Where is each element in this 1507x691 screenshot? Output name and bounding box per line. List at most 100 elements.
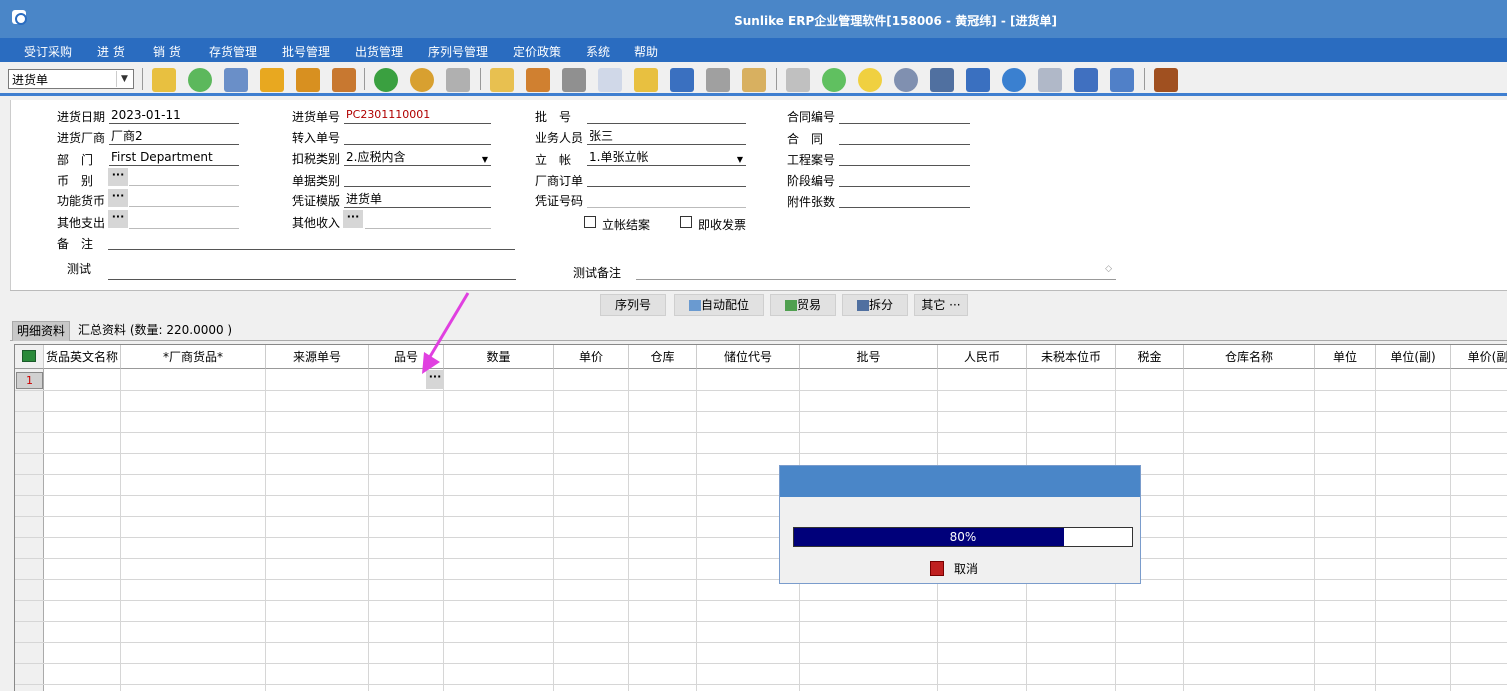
col-warehouse[interactable]: 仓库 bbox=[629, 345, 697, 369]
calculator-icon[interactable] bbox=[706, 68, 730, 92]
cancel-button[interactable]: 取消 bbox=[926, 557, 1012, 581]
windows-icon[interactable] bbox=[1038, 68, 1062, 92]
doc-type-select[interactable]: 进货单 ▼ bbox=[8, 69, 134, 89]
display-icon[interactable] bbox=[966, 68, 990, 92]
menu-inventory[interactable]: 存货管理 bbox=[209, 43, 257, 60]
func-currency-field[interactable] bbox=[129, 191, 239, 207]
spin-icon[interactable]: ◇ bbox=[1105, 262, 1112, 276]
monitor-icon[interactable] bbox=[224, 68, 248, 92]
menu-system[interactable]: 系统 bbox=[586, 43, 610, 60]
salesperson-field[interactable]: 张三 bbox=[587, 129, 746, 145]
dollar-icon[interactable] bbox=[374, 68, 398, 92]
mail-icon[interactable] bbox=[634, 68, 658, 92]
restore-icon[interactable] bbox=[1110, 68, 1134, 92]
spellcheck-icon[interactable] bbox=[152, 68, 176, 92]
help-doc-icon[interactable] bbox=[598, 68, 622, 92]
document-icon[interactable] bbox=[786, 68, 810, 92]
clipboard-icon[interactable] bbox=[490, 68, 514, 92]
tab-summary[interactable]: 汇总资料 (数量: 220.0000 ) bbox=[74, 321, 236, 341]
voucher-no-field[interactable] bbox=[587, 192, 746, 208]
lock-icon[interactable] bbox=[260, 68, 284, 92]
link-icon[interactable] bbox=[562, 68, 586, 92]
refresh-icon[interactable] bbox=[1002, 68, 1026, 92]
col-unit[interactable]: 单位 bbox=[1315, 345, 1376, 369]
menu-pricing[interactable]: 定价政策 bbox=[513, 43, 561, 60]
close-window-icon[interactable] bbox=[1074, 68, 1098, 92]
money-bag-icon[interactable] bbox=[410, 68, 434, 92]
dept-field[interactable]: First Department bbox=[109, 150, 239, 166]
tax-type-select[interactable]: 2.应税内含 ▼ bbox=[344, 150, 491, 166]
other-income-field[interactable] bbox=[365, 213, 491, 229]
chevron-down-icon[interactable]: ▼ bbox=[737, 153, 743, 167]
menu-purchase[interactable]: 受订采购 bbox=[24, 43, 72, 60]
doc-class-field[interactable] bbox=[344, 171, 491, 187]
col-vendor-item[interactable]: *厂商货品* bbox=[121, 345, 266, 369]
auto-alloc-button[interactable]: 自动配位 bbox=[674, 294, 764, 316]
menu-help[interactable]: 帮助 bbox=[634, 43, 658, 60]
col-rmb[interactable]: 人民币 bbox=[938, 345, 1027, 369]
menu-serial[interactable]: 序列号管理 bbox=[428, 43, 488, 60]
col-unit-price[interactable]: 单价 bbox=[554, 345, 629, 369]
func-currency-picker-button[interactable]: ··· bbox=[108, 189, 128, 207]
account-select[interactable]: 1.单张立帐 ▼ bbox=[587, 150, 746, 166]
order-no-field[interactable]: PC2301110001 bbox=[344, 108, 491, 124]
close-account-checkbox[interactable] bbox=[584, 216, 596, 228]
col-source-no[interactable]: 来源单号 bbox=[266, 345, 369, 369]
info-icon[interactable] bbox=[670, 68, 694, 92]
currency-field[interactable] bbox=[129, 170, 239, 186]
vendor-field[interactable]: 厂商2 bbox=[109, 129, 239, 145]
trade-button[interactable]: 贸易 bbox=[770, 294, 836, 316]
briefcase-icon[interactable] bbox=[296, 68, 320, 92]
currency-picker-button[interactable]: ··· bbox=[108, 168, 128, 186]
check-icon[interactable] bbox=[822, 68, 846, 92]
excel-export-icon[interactable] bbox=[15, 345, 44, 369]
chevron-down-icon[interactable]: ▼ bbox=[116, 71, 132, 87]
phone-icon[interactable] bbox=[188, 68, 212, 92]
col-pretax-base[interactable]: 未税本位币 bbox=[1027, 345, 1116, 369]
contract-field[interactable] bbox=[839, 129, 970, 145]
org-chart-icon[interactable] bbox=[930, 68, 954, 92]
other-expense-picker-button[interactable]: ··· bbox=[108, 210, 128, 228]
col-english-name[interactable]: 货品英文名称 bbox=[44, 345, 121, 369]
receive-invoice-checkbox[interactable] bbox=[680, 216, 692, 228]
app-icon[interactable] bbox=[12, 10, 27, 25]
exit-door-icon[interactable] bbox=[1154, 68, 1178, 92]
folder-icon[interactable] bbox=[742, 68, 766, 92]
bell-icon[interactable] bbox=[858, 68, 882, 92]
search-icon[interactable] bbox=[894, 68, 918, 92]
voucher-tpl-field[interactable]: 进货单 bbox=[344, 192, 491, 208]
col-unit-secondary[interactable]: 单位(副) bbox=[1376, 345, 1451, 369]
col-tax[interactable]: 税金 bbox=[1116, 345, 1184, 369]
test-note-field[interactable]: ◇ bbox=[636, 264, 1116, 280]
col-batch-no[interactable]: 批号 bbox=[800, 345, 938, 369]
project-no-field[interactable] bbox=[839, 150, 970, 166]
menu-sales[interactable]: 销 货 bbox=[153, 43, 181, 60]
cart-icon[interactable] bbox=[446, 68, 470, 92]
col-warehouse-name[interactable]: 仓库名称 bbox=[1184, 345, 1315, 369]
transfer-no-field[interactable] bbox=[344, 129, 491, 145]
stage-no-field[interactable] bbox=[839, 171, 970, 187]
note-field[interactable] bbox=[108, 234, 515, 250]
menu-batch[interactable]: 批号管理 bbox=[282, 43, 330, 60]
batch-field[interactable] bbox=[587, 108, 746, 124]
chevron-down-icon[interactable]: ▼ bbox=[482, 153, 488, 167]
home-icon[interactable] bbox=[332, 68, 356, 92]
other-expense-field[interactable] bbox=[129, 213, 239, 229]
users-icon[interactable] bbox=[526, 68, 550, 92]
test-field[interactable] bbox=[108, 264, 516, 280]
menu-receiving[interactable]: 进 货 bbox=[97, 43, 125, 60]
tab-detail[interactable]: 明细资料 bbox=[12, 321, 71, 341]
other-income-picker-button[interactable]: ··· bbox=[343, 210, 363, 228]
serial-button[interactable]: 序列号 bbox=[600, 294, 666, 316]
date-field[interactable]: 2023-01-11 bbox=[109, 108, 239, 124]
other-button[interactable]: 其它 ··· bbox=[914, 294, 968, 316]
split-button[interactable]: 拆分 bbox=[842, 294, 908, 316]
toolbar-separator bbox=[1144, 68, 1145, 90]
row-number[interactable]: 1 bbox=[16, 372, 43, 389]
vendor-order-field[interactable] bbox=[587, 171, 746, 187]
attachments-field[interactable] bbox=[839, 192, 970, 208]
contract-no-field[interactable] bbox=[839, 108, 970, 124]
col-location-code[interactable]: 储位代号 bbox=[697, 345, 800, 369]
col-unit-price-secondary[interactable]: 单价(副 bbox=[1451, 345, 1507, 369]
menu-shipping[interactable]: 出货管理 bbox=[355, 43, 403, 60]
